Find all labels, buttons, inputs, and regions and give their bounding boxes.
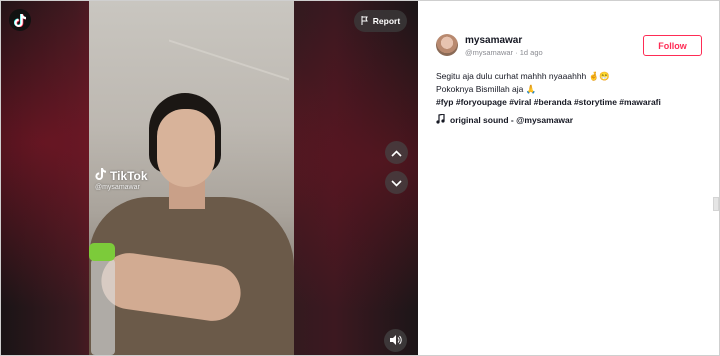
tiktok-watermark: TikTok: [95, 168, 148, 183]
follow-button[interactable]: Follow: [643, 35, 702, 56]
tiktok-logo-icon[interactable]: [9, 9, 31, 31]
speaker-icon: [389, 332, 402, 350]
post-time: 1d ago: [519, 48, 543, 57]
caption-hashtags[interactable]: #fyp #foryoupage #viral #beranda #storyt…: [436, 97, 661, 107]
bottle: [91, 259, 115, 355]
tiktok-watermark-icon: [95, 168, 106, 183]
author-handle[interactable]: @mysamawar: [465, 48, 513, 57]
author-subline: @mysamawar · 1d ago: [465, 48, 543, 57]
video-player-area[interactable]: TikTok @mysamawar: [1, 1, 418, 355]
wall-detail: [169, 1, 289, 81]
author-username[interactable]: mysamawar: [465, 35, 522, 46]
person-face: [157, 109, 215, 187]
music-note-icon: [436, 113, 445, 126]
avatar[interactable]: [436, 34, 458, 56]
caption-line-2: Pokoknya Bismillah aja 🙏: [436, 84, 537, 94]
report-button[interactable]: Report: [354, 10, 407, 32]
chevron-up-icon: [391, 144, 402, 162]
subline-separator: ·: [513, 48, 520, 57]
watermark-username: @mysamawar: [95, 184, 140, 191]
bottle-cap: [89, 243, 115, 261]
watermark-brand: TikTok: [110, 168, 148, 183]
previous-video-button[interactable]: [385, 141, 408, 164]
caption-line-1: Segitu aja dulu curhat mahhh nyaaahhh 🤞😁: [436, 71, 610, 81]
music-label: original sound - @mysamawar: [450, 115, 574, 125]
mute-button[interactable]: [384, 329, 407, 352]
flag-icon: [361, 15, 369, 27]
report-label: Report: [372, 16, 401, 26]
music-link[interactable]: original sound - @mysamawar: [436, 113, 574, 126]
next-video-button[interactable]: [385, 171, 408, 194]
scrollbar[interactable]: [713, 197, 719, 211]
chevron-down-icon: [391, 174, 402, 192]
